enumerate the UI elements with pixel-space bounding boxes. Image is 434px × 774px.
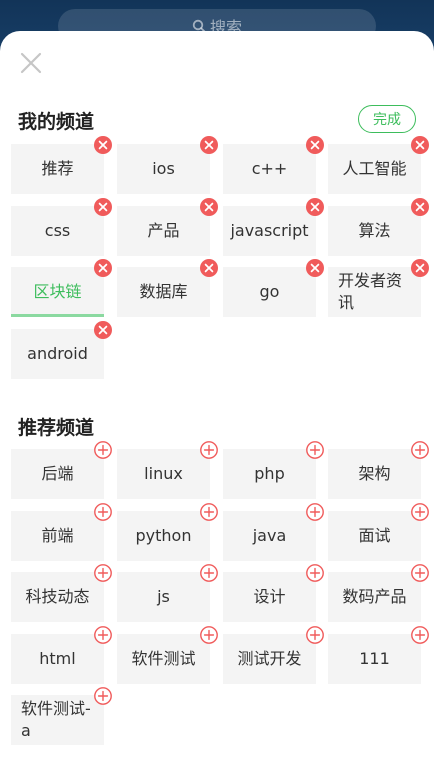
- delete-x-circle-icon[interactable]: [94, 136, 112, 154]
- channel-label: 前端: [41, 525, 74, 545]
- channel-label: 后端: [41, 464, 74, 483]
- channel-label: 科技动态: [25, 587, 90, 606]
- delete-x-circle-icon[interactable]: [200, 136, 218, 154]
- recommended-channel-item[interactable]: 前端: [11, 502, 112, 561]
- channel-label: java: [252, 525, 287, 545]
- recommended-channel-item[interactable]: js: [117, 564, 218, 622]
- channel-label: 开发者资讯: [338, 271, 403, 312]
- channel-label: ios: [152, 159, 175, 178]
- channel-label: go: [259, 282, 280, 301]
- add-plus-circle-icon[interactable]: [306, 441, 324, 459]
- add-plus-circle-icon[interactable]: [306, 564, 324, 582]
- delete-x-circle-icon[interactable]: [306, 197, 324, 216]
- my-channels-title: 我的频道: [18, 111, 95, 133]
- delete-x-circle-icon[interactable]: [94, 259, 112, 277]
- recommended-channels-title: 推荐频道: [18, 417, 95, 439]
- channel-label: 测试开发: [237, 648, 302, 668]
- delete-x-circle-icon[interactable]: [411, 259, 429, 277]
- recommended-channel-item[interactable]: 后端: [11, 441, 112, 499]
- my-channel-item[interactable]: 推荐: [11, 136, 112, 194]
- channel-label: html: [39, 648, 76, 668]
- channel-label: 算法: [358, 220, 391, 240]
- channel-label: 设计: [253, 587, 286, 606]
- channel-label: js: [157, 587, 170, 606]
- done-button[interactable]: 完成: [358, 105, 416, 133]
- add-plus-circle-icon[interactable]: [200, 564, 218, 582]
- close-icon: [20, 52, 42, 74]
- channel-label: android: [27, 343, 88, 363]
- delete-x-circle-icon[interactable]: [200, 197, 218, 216]
- recommended-channel-item[interactable]: 设计: [223, 564, 324, 622]
- add-plus-circle-icon[interactable]: [411, 564, 429, 582]
- close-button[interactable]: [18, 50, 44, 76]
- my-channel-item[interactable]: 产品: [117, 197, 218, 256]
- add-plus-circle-icon[interactable]: [200, 625, 218, 644]
- delete-x-circle-icon[interactable]: [94, 197, 112, 216]
- my-channel-item[interactable]: 区块链: [11, 259, 112, 317]
- recommended-channel-item[interactable]: 测试开发: [223, 625, 324, 684]
- channel-label: php: [254, 464, 285, 483]
- add-plus-circle-icon[interactable]: [94, 625, 112, 644]
- channel-label: javascript: [230, 220, 309, 240]
- active-underline: [11, 314, 104, 317]
- recommended-channel-item[interactable]: 111: [328, 625, 429, 684]
- channel-label: python: [135, 525, 192, 545]
- recommended-channel-item[interactable]: java: [223, 502, 324, 561]
- channel-label: 软件测试: [131, 648, 196, 668]
- my-channel-item[interactable]: javascript: [223, 197, 324, 256]
- channel-label: c++: [251, 159, 288, 178]
- recommended-channel-item[interactable]: 数码产品: [328, 564, 429, 622]
- add-plus-circle-icon[interactable]: [94, 441, 112, 459]
- channel-label: 面试: [358, 525, 391, 545]
- delete-x-circle-icon[interactable]: [306, 259, 324, 277]
- recommended-channel-item[interactable]: 软件测试: [117, 625, 218, 684]
- recommended-channel-item[interactable]: 架构: [328, 441, 429, 499]
- my-channel-item[interactable]: ios: [117, 136, 218, 194]
- add-plus-circle-icon[interactable]: [200, 441, 218, 459]
- recommended-channel-item[interactable]: 科技动态: [11, 564, 112, 622]
- my-channel-item[interactable]: android: [11, 320, 112, 379]
- channel-label: 人工智能: [342, 159, 407, 178]
- recommended-channel-item[interactable]: 面试: [328, 502, 429, 561]
- recommended-channel-item[interactable]: php: [223, 441, 324, 499]
- add-plus-circle-icon[interactable]: [411, 441, 429, 459]
- recommended-channel-item[interactable]: python: [117, 502, 218, 561]
- my-channel-item[interactable]: 数据库: [117, 259, 218, 317]
- channel-label: css: [44, 220, 71, 240]
- add-plus-circle-icon[interactable]: [411, 502, 429, 521]
- add-plus-circle-icon[interactable]: [411, 625, 429, 644]
- add-plus-circle-icon[interactable]: [94, 687, 112, 705]
- channel-label: 推荐: [41, 159, 74, 178]
- channel-label: 架构: [358, 464, 391, 483]
- delete-x-circle-icon[interactable]: [411, 136, 429, 154]
- channel-edit-sheet: 我的频道 完成 推荐 ios c++ 人工智能 css 产品 javascript 算法区块链…: [0, 31, 434, 774]
- recommended-channel-item[interactable]: linux: [117, 441, 218, 499]
- my-channel-item[interactable]: 算法: [328, 197, 429, 256]
- channel-label: 111: [359, 648, 390, 668]
- add-plus-circle-icon[interactable]: [306, 625, 324, 644]
- channel-label: 数码产品: [342, 587, 407, 606]
- delete-x-circle-icon[interactable]: [94, 320, 112, 339]
- channel-label: linux: [144, 464, 183, 483]
- add-plus-circle-icon[interactable]: [306, 502, 324, 521]
- channel-label: 区块链: [33, 282, 82, 301]
- channel-label: 数据库: [139, 282, 188, 301]
- channel-label: 产品: [147, 220, 180, 240]
- my-channel-item[interactable]: c++: [223, 136, 324, 194]
- my-channel-item[interactable]: css: [11, 197, 112, 256]
- recommended-channel-item[interactable]: html: [11, 625, 112, 684]
- recommended-channel-item[interactable]: 软件测试-a: [11, 687, 112, 745]
- my-channel-item[interactable]: 人工智能: [328, 136, 429, 194]
- delete-x-circle-icon[interactable]: [200, 259, 218, 277]
- channel-label: 软件测试-a: [21, 699, 91, 740]
- delete-x-circle-icon[interactable]: [306, 136, 324, 154]
- add-plus-circle-icon[interactable]: [94, 502, 112, 521]
- my-channel-item[interactable]: go: [223, 259, 324, 317]
- my-channel-item[interactable]: 开发者资讯: [328, 259, 429, 317]
- add-plus-circle-icon[interactable]: [94, 564, 112, 582]
- delete-x-circle-icon[interactable]: [411, 197, 429, 216]
- add-plus-circle-icon[interactable]: [200, 502, 218, 521]
